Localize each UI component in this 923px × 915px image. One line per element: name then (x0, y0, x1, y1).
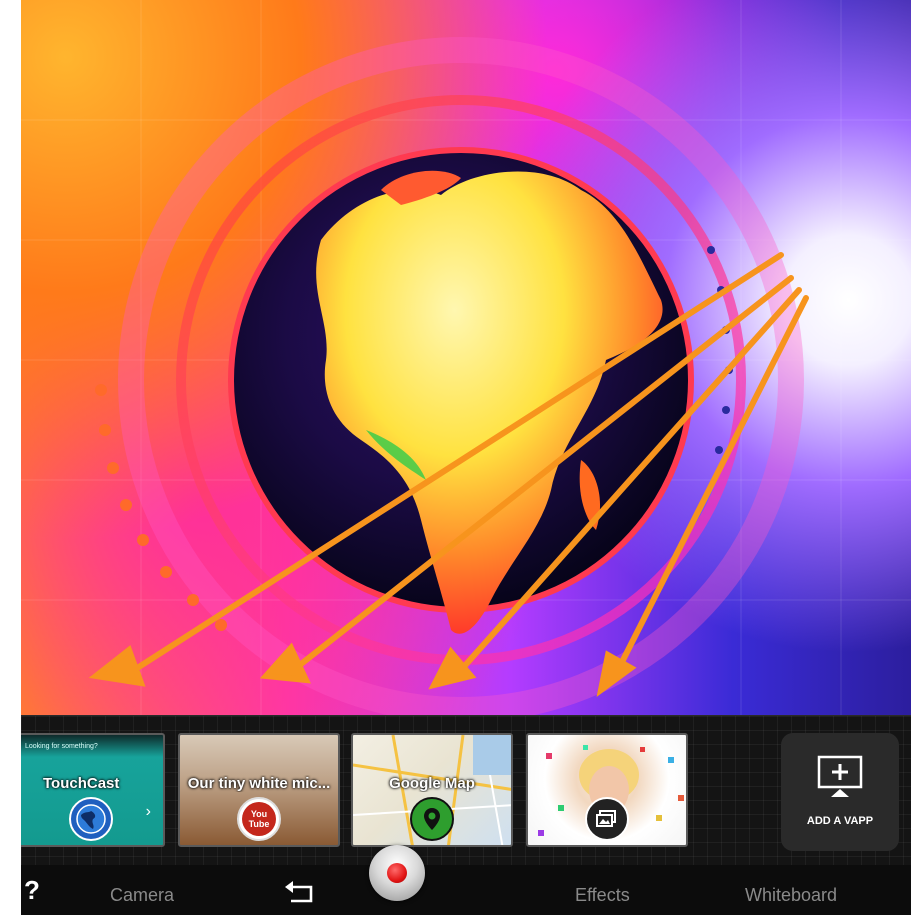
vapp-touchcast[interactable]: Looking for something? TouchCast › (21, 733, 165, 847)
add-vapp-label: ADD A VAPP (806, 815, 874, 827)
whiteboard-button[interactable]: Whiteboard (745, 885, 837, 906)
add-screen-icon (817, 755, 863, 797)
youtube-badge-text: You Tube (242, 802, 276, 836)
record-button[interactable] (369, 845, 425, 901)
vapp-google-map[interactable]: Google Map (351, 733, 513, 847)
bottom-toolbar: ? Camera Effects Whiteboard (21, 845, 911, 915)
globe-icon (69, 797, 113, 841)
vapp-title: Our tiny white mic... (187, 775, 331, 792)
youtube-icon: You Tube (237, 797, 281, 841)
record-icon (387, 863, 407, 883)
video-preview (21, 0, 911, 715)
vapp-youtube[interactable]: Our tiny white mic... You Tube (178, 733, 340, 847)
map-pin-icon (410, 797, 454, 841)
camera-button[interactable]: Camera (110, 885, 174, 906)
chevron-right-icon: › (145, 803, 151, 820)
vapp-image-gallery[interactable] (526, 733, 688, 847)
vapp-tray: Looking for something? TouchCast › Our t… (21, 715, 911, 866)
effects-button[interactable]: Effects (575, 885, 630, 906)
add-vapp-button[interactable]: ADD A VAPP (781, 733, 899, 851)
vapp-small-text: Looking for something? (25, 743, 98, 750)
touchcast-screen: Looking for something? TouchCast › Our t… (21, 0, 911, 915)
help-button[interactable]: ? (24, 875, 40, 906)
undo-icon[interactable] (283, 881, 317, 912)
image-gallery-icon (585, 797, 629, 841)
globe-background-graphic (21, 0, 911, 715)
vapp-title: TouchCast (43, 775, 120, 792)
vapp-title: Google Map (389, 775, 475, 792)
